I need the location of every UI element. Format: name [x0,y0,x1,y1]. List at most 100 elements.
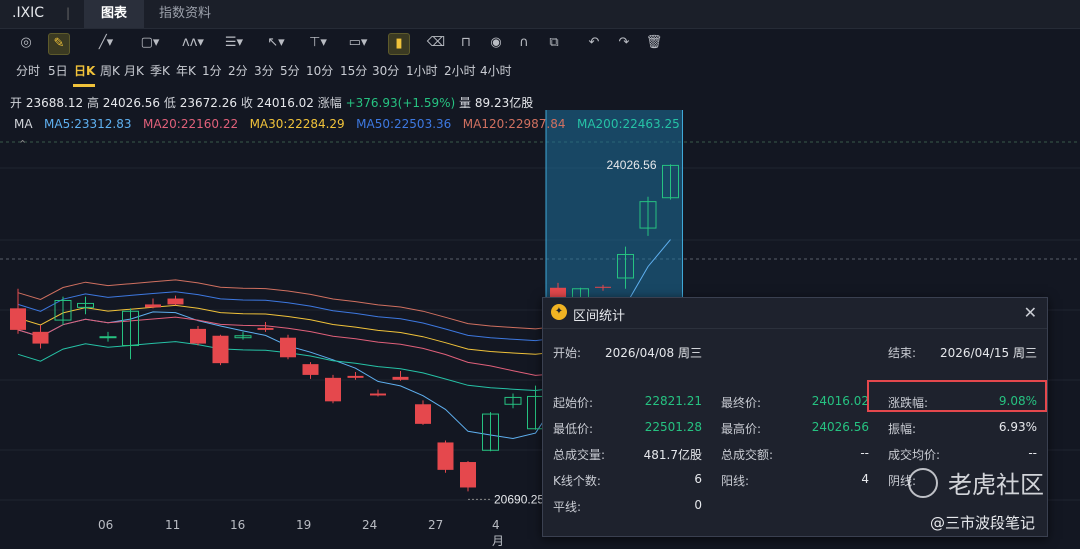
ma-legend-item: MA120:22987.84 [462,117,566,131]
rect-icon[interactable]: ▢▾ [140,33,160,53]
stat-label: 平线: [553,500,582,514]
close-icon[interactable]: ✕ [1024,303,1037,322]
period-tab[interactable]: 1小时 [406,62,438,79]
end-value: 2026/04/15 周三 [940,346,1037,360]
period-tab[interactable]: 2分 [228,62,248,79]
stat-value: -- [860,446,869,460]
stat-value: 0 [694,498,702,512]
start-label: 开始: [553,346,582,360]
highlight-box [867,380,1047,412]
stat-value: 24016.02 [811,394,869,408]
stat-label: K线个数: [553,474,601,488]
separator: | [66,6,71,20]
pencil-icon[interactable]: ✎ [48,33,70,55]
candle-body [460,462,476,488]
indicator-icon[interactable]: ◎ [16,33,36,53]
tab-chart[interactable]: 图表 [84,0,144,28]
bar-icon[interactable]: ▮ [388,33,410,55]
candle-body [190,328,206,344]
open-label: 开 [10,96,23,110]
range-stats-panel: ✦ 区间统计 ✕ 开始: 2026/04/08 周三 结束: 2026/04/1… [542,297,1048,537]
period-tab[interactable]: 分时 [16,62,40,79]
candle-body [415,404,431,424]
stat-value: 24026.56 [811,420,869,434]
line-icon[interactable]: ╱▾ [96,33,116,53]
candle-body [325,377,341,402]
stat-label: 阳线: [721,474,750,488]
candle-body [32,331,49,344]
stat-value: 22501.28 [644,420,702,434]
period-active-underline [73,84,95,87]
lock-icon[interactable]: ⊓ [456,33,476,53]
arrow-icon[interactable]: ↖▾ [266,33,286,53]
period-tab[interactable]: 15分 [340,62,367,79]
ma-legend-item: MA50:22503.36 [356,117,452,131]
symbol-label: .IXIC [12,5,45,21]
period-tab[interactable]: 10分 [306,62,333,79]
period-tab[interactable]: 5日 [48,62,68,79]
undo-icon[interactable]: ↶ [584,33,604,53]
top-bar: .IXIC | 图表 指数资料 [0,0,1080,29]
low-price-annotation: 20690.25 [494,492,544,506]
stat-label: 最终价: [721,396,762,410]
eraser-icon[interactable]: ⌫ [426,33,446,53]
period-tab[interactable]: 年K [176,62,196,79]
stat-label: 起始价: [553,396,594,410]
x-tick-label: 19 [296,518,312,532]
candle-body [347,375,364,378]
period-tab[interactable]: 1分 [202,62,222,79]
period-tab[interactable]: 5分 [280,62,300,79]
vline-icon[interactable]: ⊤▾ [308,33,328,53]
close-value: 24016.02 [256,96,314,110]
x-tick-label: 4月 [492,518,505,548]
ma-legend-item: MA30:22284.29 [249,117,345,131]
trash-icon[interactable]: 🗑 [644,33,664,53]
candle-body [280,337,296,358]
high-value: 24026.56 [102,96,161,110]
stat-value: 22821.21 [644,394,702,408]
stat-value: 6 [694,472,702,486]
layers-icon[interactable]: ⧉ [544,33,564,53]
candle-body [257,327,274,330]
candle-body [392,376,409,380]
low-value: 23672.26 [179,96,237,110]
brand-watermark: 老虎社区 [948,471,1044,499]
selection-region [546,110,683,300]
x-tick-label: 06 [98,518,114,532]
stat-label: 振幅: [888,422,917,436]
change-label: 涨幅 [317,96,342,110]
period-tab[interactable]: 季K [150,62,170,79]
candle-body [437,442,454,470]
stats-icon: ✦ [551,304,567,320]
x-tick-label: 11 [165,518,181,532]
stat-label: 成交均价: [888,448,941,462]
candle-body [145,304,161,308]
candle-body [370,393,386,396]
wave-icon[interactable]: ᴧᴧ▾ [182,33,204,53]
stat-value: -- [1028,446,1037,460]
magnet-icon[interactable]: ∩ [514,33,534,53]
ohlc-bar: 开 23688.12 高 24026.56 低 23672.26 收 24016… [10,94,533,111]
period-tab[interactable]: 月K [124,62,144,79]
candle-body [99,336,117,339]
high-price-annotation: 24026.56 [606,158,656,172]
tab-index-info[interactable]: 指数资料 [159,0,211,28]
period-tab[interactable]: 2小时 [444,62,476,79]
period-tab-active[interactable]: 日K [74,62,95,79]
period-tab[interactable]: 周K [100,62,120,79]
x-tick-label: 27 [428,518,444,532]
open-value: 23688.12 [25,96,84,110]
ma-legend-item: MA20:22160.22 [142,117,239,131]
candle-body [212,335,229,364]
period-tab[interactable]: 3分 [254,62,274,79]
ma-legend-item: MA5:23312.83 [44,117,132,131]
ma-legend: MA MA5:23312.83 MA20:22160.22 MA30:22284… [14,117,680,131]
fib-icon[interactable]: ☰▾ [224,33,244,53]
period-tab[interactable]: 4小时 [480,62,512,79]
high-label: 高 [86,96,99,110]
eye-icon[interactable]: ◉ [486,33,506,53]
redo-icon[interactable]: ↷ [614,33,634,53]
period-tab[interactable]: 30分 [372,62,399,79]
text-icon[interactable]: ▭▾ [348,33,368,53]
end-label: 结束: [888,346,917,360]
